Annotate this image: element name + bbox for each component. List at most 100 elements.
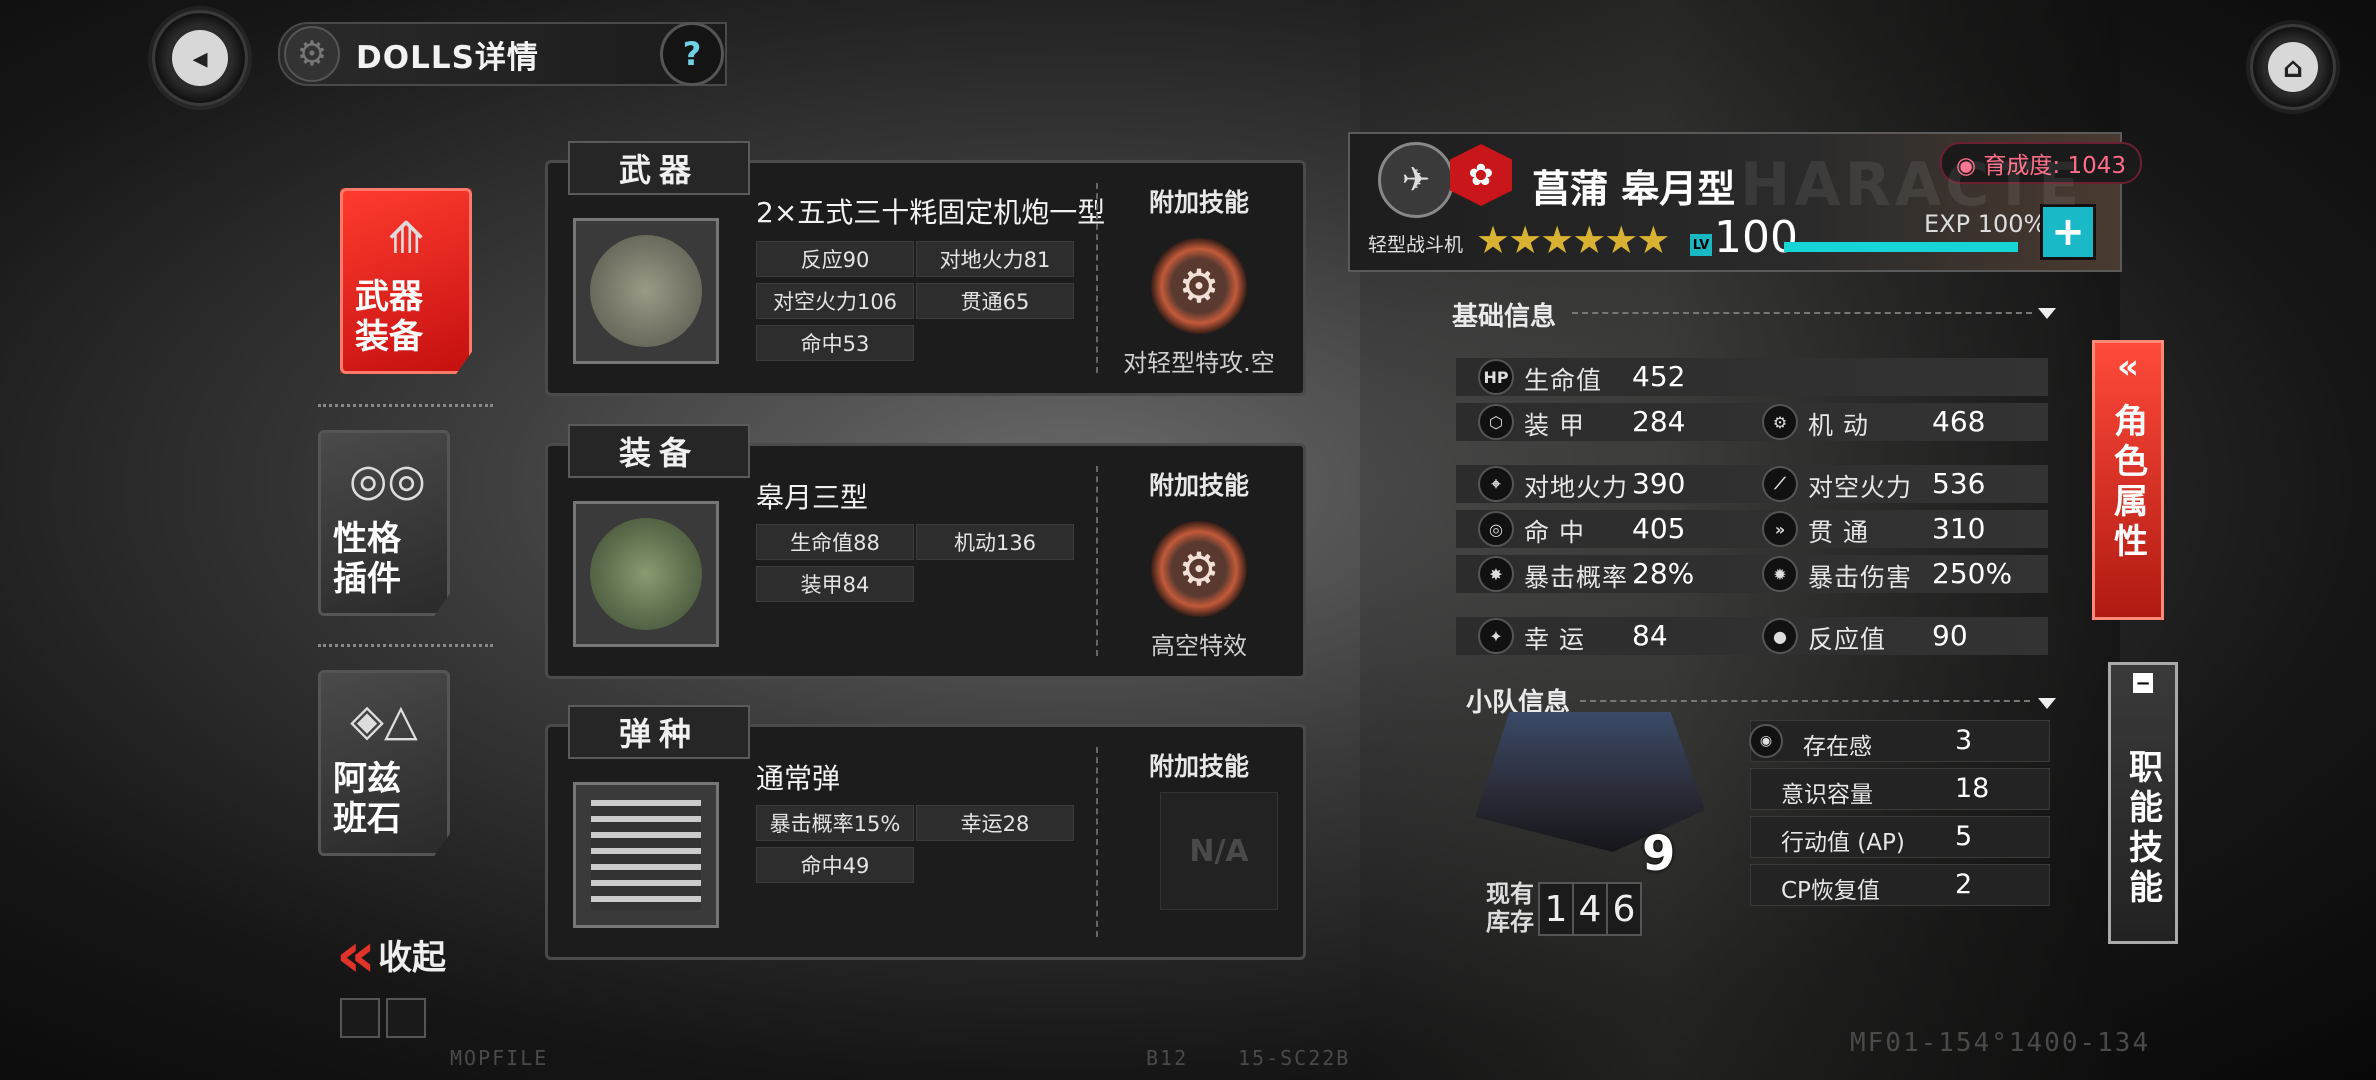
stat-label: 意识容量 bbox=[1781, 782, 1873, 808]
reaction-icon: ● bbox=[1762, 618, 1798, 654]
rarity-stars: ★★★★★★ bbox=[1476, 218, 1670, 262]
stat-value: 452 bbox=[1632, 360, 1686, 393]
divider bbox=[1096, 466, 1098, 656]
stat-value: 5 bbox=[1955, 821, 1973, 852]
divider bbox=[1580, 700, 2030, 702]
stat-label: 装 甲 bbox=[1524, 411, 1585, 440]
chevron-left-icon: « bbox=[2117, 347, 2139, 387]
home-button[interactable]: ⌂ bbox=[2250, 24, 2336, 110]
stat-chip: 命中49 bbox=[756, 847, 914, 883]
stat-value: 250% bbox=[1932, 557, 2013, 590]
stat-chip: 对空火力106 bbox=[756, 283, 914, 319]
stock-digit: 4 bbox=[1572, 882, 1608, 936]
stock-digit: 1 bbox=[1538, 882, 1574, 936]
stat-label: 生命值 bbox=[1524, 366, 1603, 395]
stat-value: 284 bbox=[1632, 405, 1686, 438]
page-title: DOLLS详情 bbox=[356, 39, 539, 76]
stat-chip: 生命值88 bbox=[756, 524, 914, 560]
card-header: 装备 bbox=[568, 424, 750, 478]
level-badge: LV bbox=[1690, 234, 1712, 256]
back-arrow-icon: ◂ bbox=[172, 30, 228, 86]
ammo-name: 通常弹 bbox=[756, 762, 841, 795]
tab-label: 武器 装备 bbox=[355, 277, 423, 357]
character-name: 菖蒲 皋月型 bbox=[1532, 167, 1736, 211]
stat-chip: 幸运28 bbox=[916, 805, 1074, 841]
stat-row: HP 生命值 452 bbox=[1456, 358, 2048, 396]
stat-label: 对空火力 bbox=[1808, 473, 1913, 502]
weapon-image bbox=[573, 218, 719, 364]
card-header: 武器 bbox=[568, 141, 750, 195]
stat-value: 90 bbox=[1932, 619, 1968, 652]
character-class: 轻型战斗机 bbox=[1368, 234, 1464, 256]
stat-label: 存在感 bbox=[1803, 734, 1872, 760]
stat-value: 310 bbox=[1932, 512, 1986, 545]
collapse-button[interactable]: « 收起 bbox=[336, 918, 446, 991]
stat-label: 贯 通 bbox=[1808, 518, 1869, 547]
tab-label: 性格 插件 bbox=[333, 519, 401, 599]
accuracy-icon: ◎ bbox=[1478, 511, 1514, 547]
crit-rate-icon: ✸ bbox=[1478, 556, 1514, 592]
help-button[interactable]: ? bbox=[660, 22, 724, 86]
gear-icon: ⚙ bbox=[284, 26, 340, 82]
stat-label: 命 中 bbox=[1524, 518, 1585, 547]
tab-character-attributes[interactable]: « 角色属性 bbox=[2092, 340, 2164, 620]
stock-label: 现有 库存 bbox=[1486, 880, 1534, 936]
minus-icon: − bbox=[2133, 673, 2153, 694]
mobility-icon: ⚙ bbox=[1762, 404, 1798, 440]
squad-stat-row: ◉ 存在感 3 bbox=[1749, 720, 2050, 762]
skill-title: 附加技能 bbox=[1148, 188, 1249, 217]
tab-personality-plugin[interactable]: ◎◎ 性格 插件 bbox=[318, 430, 450, 616]
stat-chip: 反应90 bbox=[756, 241, 914, 277]
skill-empty-slot: N/A bbox=[1160, 792, 1278, 910]
stat-row: ✦ 幸 运 84 ● 反应值 90 bbox=[1456, 617, 2048, 655]
footer-code: MOPFILE bbox=[450, 1046, 549, 1070]
stat-label: 行动值 (AP) bbox=[1781, 830, 1905, 856]
stat-value: 2 bbox=[1955, 869, 1973, 900]
weapon-card[interactable]: 武器 2×五式三十粍固定机炮一型 反应90 对地火力81 对空火力106 贯通6… bbox=[545, 141, 1306, 396]
stat-chip: 命中53 bbox=[756, 325, 914, 361]
footer-code: 15-SC22B bbox=[1238, 1046, 1351, 1070]
chevron-down-icon[interactable] bbox=[2038, 698, 2056, 709]
stat-value: 84 bbox=[1632, 619, 1668, 652]
back-button[interactable]: ◂ bbox=[152, 10, 248, 106]
equipment-card[interactable]: 装备 皋月三型 生命值88 机动136 装甲84 附加技能 ⚙ 高空特效 bbox=[545, 424, 1306, 679]
stat-value: 28% bbox=[1632, 557, 1695, 590]
stat-row: ✸ 暴击概率 28% ✹ 暴击伤害 250% bbox=[1456, 555, 2048, 593]
stat-value: 468 bbox=[1932, 405, 1986, 438]
stat-label: 机 动 bbox=[1808, 411, 1869, 440]
skill-name: 对轻型特攻.空 bbox=[1123, 349, 1275, 377]
stat-row: ⬡ 装 甲 284 ⚙ 机 动 468 bbox=[1456, 403, 2048, 441]
luck-icon: ✦ bbox=[1478, 618, 1514, 654]
ammo-image bbox=[573, 782, 719, 928]
air-fire-icon: ⟋ bbox=[1762, 466, 1798, 502]
tab-role-skills[interactable]: − 职能技能 bbox=[2108, 662, 2178, 944]
squad-count: 9 bbox=[1642, 826, 1676, 882]
skill-gear-icon[interactable]: ⚙ bbox=[1151, 238, 1247, 334]
plugin-icon: ◎◎ bbox=[349, 455, 426, 506]
footer-code: MF01-154°1400-134 bbox=[1850, 1028, 2151, 1058]
stat-value: 390 bbox=[1632, 467, 1686, 500]
stat-chip: 装甲84 bbox=[756, 566, 914, 602]
tab-label: 阿兹 班石 bbox=[333, 759, 401, 839]
stat-chip: 对地火力81 bbox=[916, 241, 1074, 277]
collapse-label: 收起 bbox=[378, 938, 447, 978]
stat-label: 对地火力 bbox=[1524, 473, 1629, 502]
stat-label: 幸 运 bbox=[1524, 625, 1585, 654]
ammo-card[interactable]: 弹种 通常弹 暴击概率15% 幸运28 命中49 附加技能 N/A bbox=[545, 705, 1306, 960]
tab-azoth-stone[interactable]: ◈△ 阿兹 班石 bbox=[318, 670, 450, 856]
divider bbox=[1572, 312, 2032, 314]
stat-chip: 机动136 bbox=[916, 524, 1074, 560]
stat-chip: 贯通65 bbox=[916, 283, 1074, 319]
skill-gear-icon[interactable]: ⚙ bbox=[1151, 521, 1247, 617]
divider bbox=[318, 644, 493, 647]
tab-weapon-equipment[interactable]: ⟰ 武器 装备 bbox=[340, 188, 472, 374]
chevron-down-icon[interactable] bbox=[2038, 308, 2056, 319]
penetration-icon: » bbox=[1762, 511, 1798, 547]
ground-fire-icon: ⌖ bbox=[1478, 466, 1514, 502]
stat-value: 405 bbox=[1632, 512, 1686, 545]
stat-row: ⌖ 对地火力 390 ⟋ 对空火力 536 bbox=[1456, 465, 2048, 503]
watermark: HARACTE bbox=[1740, 150, 2084, 220]
exp-bar bbox=[1784, 242, 2018, 252]
divider bbox=[1096, 183, 1098, 373]
stat-row: ◎ 命 中 405 » 贯 通 310 bbox=[1456, 510, 2048, 548]
